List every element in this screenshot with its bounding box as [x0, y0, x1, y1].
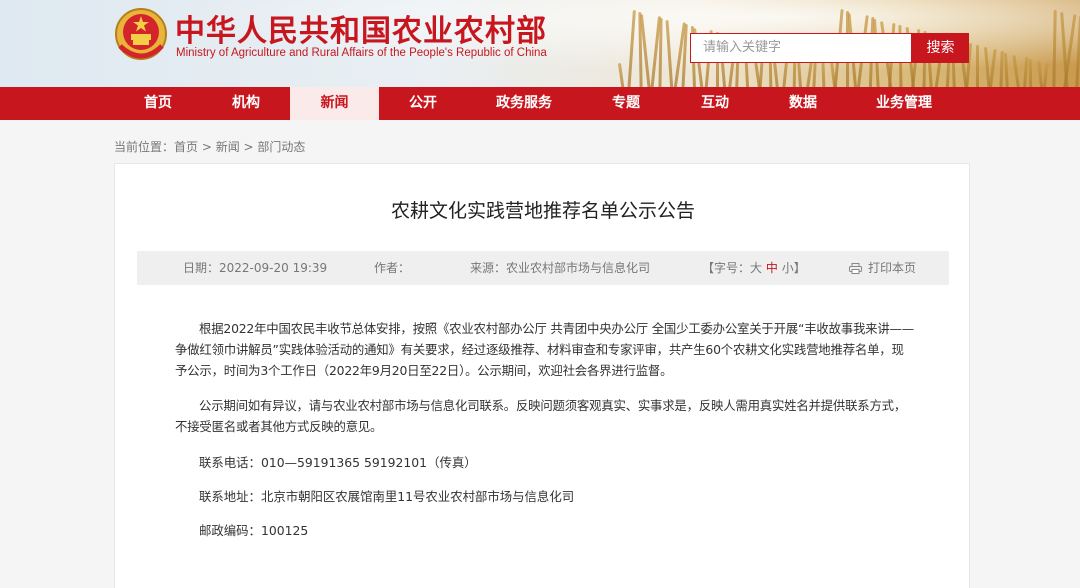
author-label: 作者：	[374, 261, 411, 275]
wheat-stalk	[657, 17, 663, 87]
source-value: 农业农村部市场与信息化司	[506, 261, 651, 275]
date-label: 日期：	[183, 261, 220, 275]
breadcrumb-prefix: 当前位置：	[114, 140, 175, 154]
font-size-small[interactable]: 小	[782, 261, 794, 275]
article-author: 作者：	[374, 251, 410, 285]
nav-item-data[interactable]: 数据	[759, 87, 847, 120]
font-size-label: 【字号：	[702, 261, 751, 275]
date-value: 2022-09-20 19:39	[219, 261, 328, 275]
contact-postcode: 邮政编码：100125	[199, 523, 309, 538]
font-size-close: 】	[793, 261, 806, 275]
article-date: 日期：2022-09-20 19:39	[183, 251, 327, 285]
article-title: 农耕文化实践营地推荐名单公示公告	[390, 200, 695, 222]
nav-item-news[interactable]: 新闻	[290, 87, 379, 120]
breadcrumb-home[interactable]: 首页	[174, 140, 198, 154]
search-input[interactable]: 请输入关键字	[690, 33, 912, 63]
article-panel: 农耕文化实践营地推荐名单公示公告 日期：2022-09-20 19:39 作者：…	[114, 163, 970, 588]
breadcrumb-separator: >	[198, 140, 216, 154]
breadcrumb: 当前位置：首页 > 新闻 > 部门动态	[114, 138, 305, 155]
breadcrumb-department-news[interactable]: 部门动态	[257, 140, 305, 154]
site-title[interactable]: 中华人民共和国农业农村部	[175, 6, 547, 50]
contact-phone: 联系电话：010—59191365 59192101（传真）	[199, 455, 477, 470]
article-paragraph: 公示期间如有异议，请与农业农村部市场与信息化司联系。反映问题须客观真实、实事求是…	[175, 398, 907, 434]
header-banner: 中华人民共和国农业农村部 Ministry of Agriculture and…	[0, 0, 1080, 87]
nav-item-government-services[interactable]: 政务服务	[467, 87, 581, 120]
nav-item-interaction[interactable]: 互动	[671, 87, 759, 120]
breadcrumb-news[interactable]: 新闻	[216, 140, 240, 154]
print-page-link[interactable]: 打印本页	[849, 251, 916, 285]
font-size-medium[interactable]: 中	[766, 261, 778, 275]
article-source: 来源：农业农村部市场与信息化司	[470, 251, 650, 285]
nav-item-public[interactable]: 公开	[379, 87, 467, 120]
print-label[interactable]: 打印本页	[868, 261, 916, 275]
nav-item-home[interactable]: 首页	[114, 87, 202, 120]
nav-item-business-management[interactable]: 业务管理	[847, 87, 961, 120]
wheat-stalk	[976, 45, 980, 87]
article-paragraph: 根据2022年中国农民丰收节总体安排，按照《农业农村部办公厅 共青团中央办公厅 …	[175, 321, 914, 378]
national-emblem-icon[interactable]	[114, 6, 168, 64]
site-subtitle: Ministry of Agriculture and Rural Affair…	[176, 47, 547, 59]
search-button[interactable]: 搜索	[912, 33, 969, 63]
printer-icon	[849, 263, 862, 274]
breadcrumb-separator: >	[239, 140, 258, 154]
contact-address: 联系地址：北京市朝阳区农展馆南里11号农业农村部市场与信息化司	[199, 489, 575, 504]
article-meta-bar: 日期：2022-09-20 19:39 作者： 来源：农业农村部市场与信息化司 …	[137, 251, 949, 285]
main-nav: 首页 机构 新闻 公开 政务服务 专题 互动 数据 业务管理	[0, 87, 1080, 120]
font-size-large[interactable]: 大	[750, 261, 762, 275]
source-label: 来源：	[470, 261, 507, 275]
font-size-control: 【字号：大 中 小】	[702, 251, 806, 285]
nav-item-topics[interactable]: 专题	[581, 87, 671, 120]
nav-item-organization[interactable]: 机构	[202, 87, 290, 120]
